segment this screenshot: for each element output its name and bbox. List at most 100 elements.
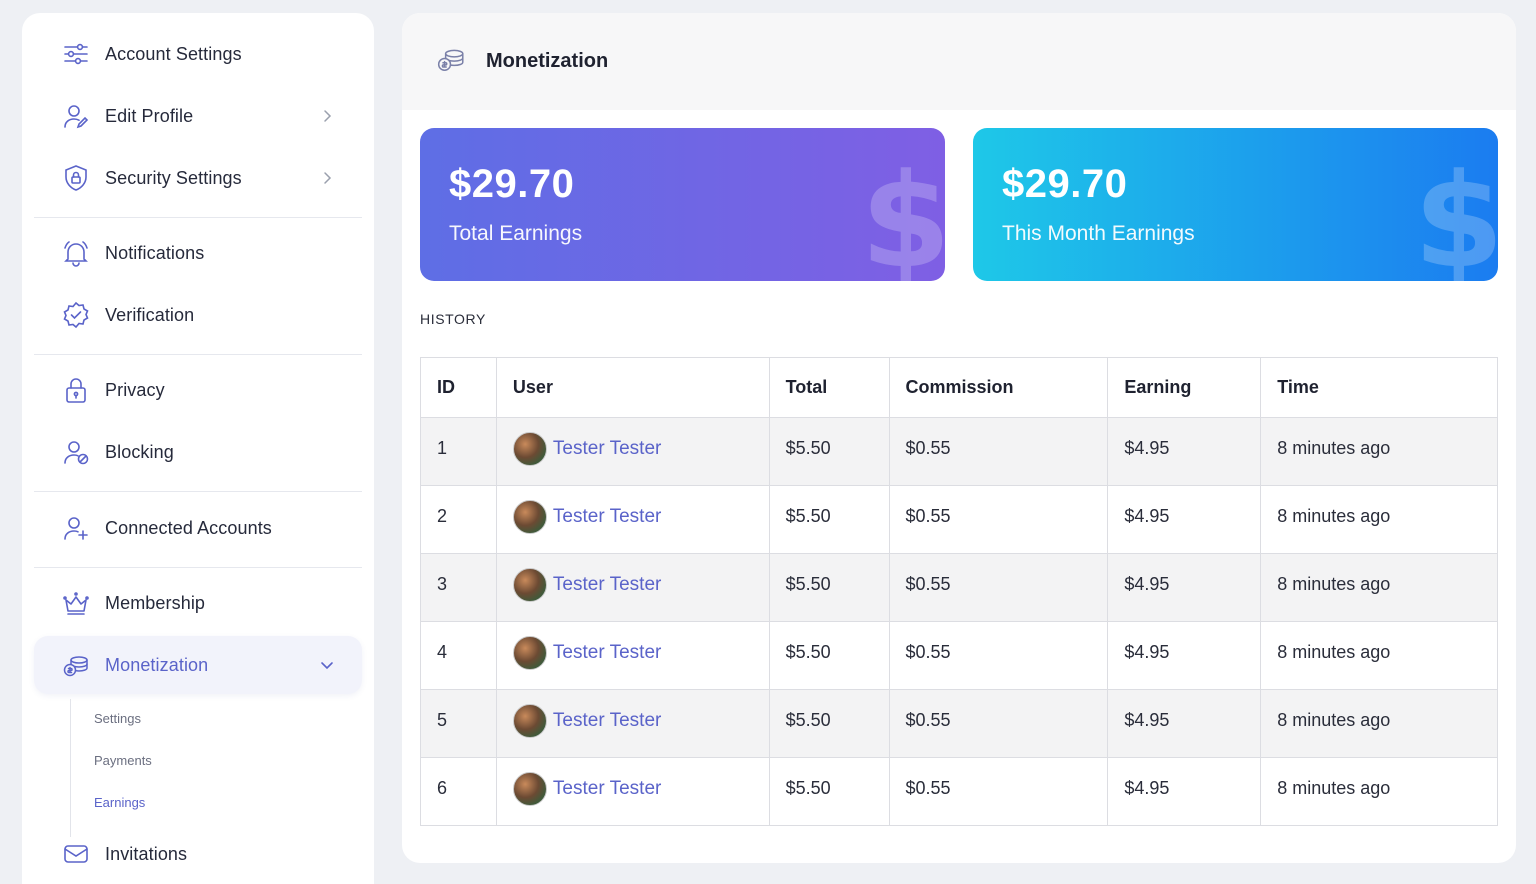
total-earnings-label: Total Earnings (449, 222, 583, 245)
mail-icon (61, 839, 91, 869)
user-block-icon (61, 437, 91, 467)
cell-time: 8 minutes ago (1260, 553, 1498, 622)
avatar[interactable] (512, 568, 547, 602)
column-header-time: Time (1260, 357, 1498, 418)
table-row: 1 Tester Tester $5.50 $0.55 $4.95 8 minutes a… (420, 417, 1498, 486)
user-link[interactable]: Tester Tester (553, 506, 661, 528)
cell-id: 4 (420, 621, 497, 690)
submenu-guide-line (70, 699, 71, 837)
sidebar-divider (34, 217, 362, 218)
column-header-earning: Earning (1107, 357, 1262, 418)
cell-user: Tester Tester (495, 485, 770, 554)
sidebar-item-connected-accounts[interactable]: Connected Accounts (34, 499, 362, 557)
cell-user: Tester Tester (495, 417, 770, 486)
sliders-icon (61, 39, 91, 69)
user-link[interactable]: Tester Tester (553, 438, 661, 460)
cell-user: Tester Tester (495, 689, 770, 758)
history-table: ID User Total Commission Earning Time 1 T… (420, 357, 1498, 826)
cell-id: 5 (420, 689, 497, 758)
sidebar-divider (34, 491, 362, 492)
sidebar-item-label: Monetization (105, 654, 209, 675)
user-link[interactable]: Tester Tester (553, 642, 661, 664)
table-row: 4 Tester Tester $5.50 $0.55 $4.95 8 minutes a… (420, 621, 1498, 690)
settings-sidebar: Account Settings Edit Profile Security S… (22, 13, 374, 884)
cell-time: 8 minutes ago (1260, 417, 1498, 486)
cell-total: $5.50 (768, 689, 890, 758)
user-edit-icon (61, 101, 91, 131)
table-row: 5 Tester Tester $5.50 $0.55 $4.95 8 minutes a… (420, 689, 1498, 758)
sidebar-item-label: Edit Profile (105, 105, 194, 126)
sidebar-item-label: Security Settings (105, 167, 242, 188)
avatar[interactable] (512, 704, 547, 738)
column-header-commission: Commission (888, 357, 1109, 418)
sidebar-item-monetization[interactable]: Monetization (34, 636, 362, 694)
cell-time: 8 minutes ago (1260, 757, 1498, 826)
history-heading: HISTORY (420, 311, 486, 327)
sidebar-item-verification[interactable]: Verification (34, 286, 362, 344)
table-header-row: ID User Total Commission Earning Time (420, 357, 1498, 418)
cell-earning: $4.95 (1107, 621, 1262, 690)
user-link[interactable]: Tester Tester (553, 710, 661, 732)
avatar[interactable] (512, 636, 547, 670)
avatar[interactable] (512, 500, 547, 534)
sidebar-item-blocking[interactable]: Blocking (34, 423, 362, 481)
sidebar-item-notifications[interactable]: Notifications (34, 224, 362, 282)
cell-id: 1 (420, 417, 497, 486)
cell-id: 3 (420, 553, 497, 622)
sidebar-item-membership[interactable]: Membership (34, 574, 362, 632)
cell-time: 8 minutes ago (1260, 689, 1498, 758)
sidebar-divider (34, 354, 362, 355)
avatar[interactable] (512, 432, 547, 466)
user-plus-icon (61, 513, 91, 543)
cell-id: 6 (420, 757, 497, 826)
cell-earning: $4.95 (1107, 417, 1262, 486)
coins-icon (61, 650, 91, 680)
cell-id: 2 (420, 485, 497, 554)
total-earnings-card: $29.70 Total Earnings $ (420, 128, 945, 281)
submenu-item-payments[interactable]: Payments (94, 753, 152, 768)
sidebar-item-label: Blocking (105, 441, 174, 462)
coins-icon (436, 44, 466, 79)
submenu-item-earnings[interactable]: Earnings (94, 795, 145, 810)
sidebar-item-label: Connected Accounts (105, 517, 272, 538)
user-link[interactable]: Tester Tester (553, 574, 661, 596)
sidebar-item-label: Membership (105, 592, 206, 613)
month-earnings-label: This Month Earnings (1002, 222, 1195, 245)
avatar[interactable] (512, 772, 547, 806)
cell-earning: $4.95 (1107, 485, 1262, 554)
column-header-total: Total (768, 357, 890, 418)
cell-commission: $0.55 (888, 553, 1109, 622)
cell-commission: $0.55 (888, 417, 1109, 486)
sidebar-item-privacy[interactable]: Privacy (34, 361, 362, 419)
dollar-icon: $ (1413, 145, 1498, 281)
user-link[interactable]: Tester Tester (553, 778, 661, 800)
cell-time: 8 minutes ago (1260, 621, 1498, 690)
cell-earning: $4.95 (1107, 757, 1262, 826)
cell-earning: $4.95 (1107, 553, 1262, 622)
cell-time: 8 minutes ago (1260, 485, 1498, 554)
cell-user: Tester Tester (495, 757, 770, 826)
cell-user: Tester Tester (495, 621, 770, 690)
month-earnings-amount: $29.70 (1002, 162, 1128, 206)
badge-check-icon (61, 300, 91, 330)
cell-commission: $0.55 (888, 757, 1109, 826)
table-row: 2 Tester Tester $5.50 $0.55 $4.95 8 minutes a… (420, 485, 1498, 554)
table-row: 3 Tester Tester $5.50 $0.55 $4.95 8 minutes a… (420, 553, 1498, 622)
sidebar-item-security-settings[interactable]: Security Settings (34, 149, 362, 207)
dollar-icon: $ (860, 145, 945, 281)
sidebar-item-invitations[interactable]: Invitations (34, 825, 362, 883)
sidebar-item-label: Verification (105, 304, 195, 325)
sidebar-item-edit-profile[interactable]: Edit Profile (34, 87, 362, 145)
cell-total: $5.50 (768, 485, 890, 554)
total-earnings-amount: $29.70 (449, 162, 575, 206)
chevron-right-icon (324, 172, 332, 184)
sidebar-item-account-settings[interactable]: Account Settings (34, 25, 362, 83)
chevron-down-icon (321, 662, 333, 670)
sidebar-item-label: Privacy (105, 379, 165, 400)
submenu-item-settings[interactable]: Settings (94, 711, 141, 726)
lock-icon (61, 375, 91, 405)
page-title: Monetization (486, 50, 609, 72)
cell-commission: $0.55 (888, 485, 1109, 554)
cell-user: Tester Tester (495, 553, 770, 622)
sidebar-item-label: Account Settings (105, 43, 242, 64)
